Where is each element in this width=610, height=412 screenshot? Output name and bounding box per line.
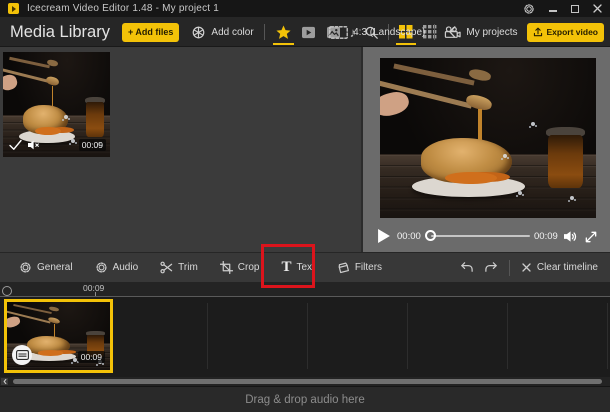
aspect-ratio-icon bbox=[329, 25, 348, 39]
fullscreen-icon[interactable] bbox=[584, 230, 598, 244]
added-check-icon bbox=[9, 139, 22, 151]
text-tool-icon: T bbox=[281, 259, 292, 275]
clear-x-icon bbox=[522, 263, 531, 272]
crop-button[interactable]: Crop bbox=[209, 253, 271, 283]
add-color-label[interactable]: Add color bbox=[211, 27, 253, 38]
clear-timeline-button[interactable]: Clear timeline bbox=[520, 253, 600, 283]
filters-button[interactable]: Filters bbox=[326, 253, 393, 283]
thumb-duration-badge: 00:09 bbox=[78, 138, 106, 151]
upload-icon bbox=[533, 27, 542, 37]
edit-toolbar: General Audio Trim Crop T Text Filters C… bbox=[0, 243, 610, 288]
title-bar: Icecream Video Editor 1.48 - My project … bbox=[0, 0, 610, 17]
volume-icon[interactable] bbox=[564, 230, 579, 243]
current-time-label: 00:00 bbox=[397, 231, 421, 242]
general-button[interactable]: General bbox=[8, 253, 84, 283]
gear-icon bbox=[96, 262, 107, 273]
scrollbar-handle[interactable] bbox=[13, 379, 602, 384]
play-button[interactable] bbox=[378, 229, 390, 243]
timeline-clip[interactable]: 00:09 bbox=[4, 299, 113, 373]
app-window: Icecream Video Editor 1.48 - My project … bbox=[0, 0, 610, 412]
ruler-time-mark: 00:09 bbox=[83, 283, 105, 293]
trim-button[interactable]: Trim bbox=[149, 253, 209, 283]
redo-icon[interactable] bbox=[484, 260, 499, 275]
crop-icon bbox=[219, 261, 233, 274]
muted-speaker-icon[interactable] bbox=[28, 140, 40, 150]
projector-icon bbox=[444, 25, 462, 39]
ruler-tick bbox=[95, 292, 96, 296]
timeline-track[interactable]: 00:09 bbox=[0, 297, 610, 377]
seek-knob[interactable] bbox=[425, 230, 436, 241]
seek-bar[interactable] bbox=[431, 235, 530, 237]
media-library-panel: 00:09 bbox=[0, 47, 361, 252]
text-button[interactable]: T Text bbox=[261, 243, 325, 288]
aspect-ratio-button[interactable]: 4:3 (Landscape) bbox=[353, 27, 425, 38]
media-library-title: Media Library bbox=[10, 22, 110, 41]
scissors-icon bbox=[160, 261, 173, 274]
header-bar: Media Library + Add files Add color ♪ 4:… bbox=[0, 17, 610, 47]
gear-icon bbox=[20, 262, 31, 273]
export-video-button[interactable]: Export video bbox=[526, 22, 604, 42]
audio-button[interactable]: Audio bbox=[84, 253, 150, 283]
close-icon[interactable] bbox=[593, 4, 602, 13]
add-files-button[interactable]: + Add files bbox=[121, 22, 180, 42]
audio-drop-hint: Drag & drop audio here bbox=[245, 393, 365, 406]
timeline-ruler[interactable]: 00:09 bbox=[0, 282, 610, 297]
my-projects-button[interactable]: My projects bbox=[466, 27, 517, 38]
filters-icon bbox=[338, 262, 349, 274]
tab-favorites[interactable] bbox=[272, 17, 294, 47]
window-title: Icecream Video Editor 1.48 - My project … bbox=[27, 3, 219, 14]
media-library-item[interactable]: 00:09 bbox=[3, 52, 110, 157]
duration-label: 00:09 bbox=[534, 231, 558, 242]
clip-properties-icon[interactable] bbox=[12, 345, 32, 365]
video-frame-photo bbox=[380, 58, 596, 218]
preview-panel: 00:00 00:09 bbox=[361, 47, 610, 252]
scroll-left-button[interactable] bbox=[1, 378, 8, 385]
playhead-handle[interactable] bbox=[2, 286, 12, 296]
color-wheel-icon[interactable] bbox=[191, 25, 206, 40]
timeline-scrollbar[interactable] bbox=[0, 377, 610, 386]
app-logo-icon bbox=[8, 3, 19, 14]
undo-icon[interactable] bbox=[459, 260, 474, 275]
audio-track-dropzone[interactable]: Drag & drop audio here bbox=[0, 386, 610, 412]
clip-duration-badge: 00:09 bbox=[77, 350, 105, 363]
maximize-icon[interactable] bbox=[571, 4, 579, 13]
settings-gear-icon[interactable] bbox=[523, 3, 535, 15]
video-preview bbox=[380, 58, 596, 218]
tab-videos[interactable] bbox=[300, 17, 317, 47]
minimize-icon[interactable] bbox=[549, 10, 557, 12]
